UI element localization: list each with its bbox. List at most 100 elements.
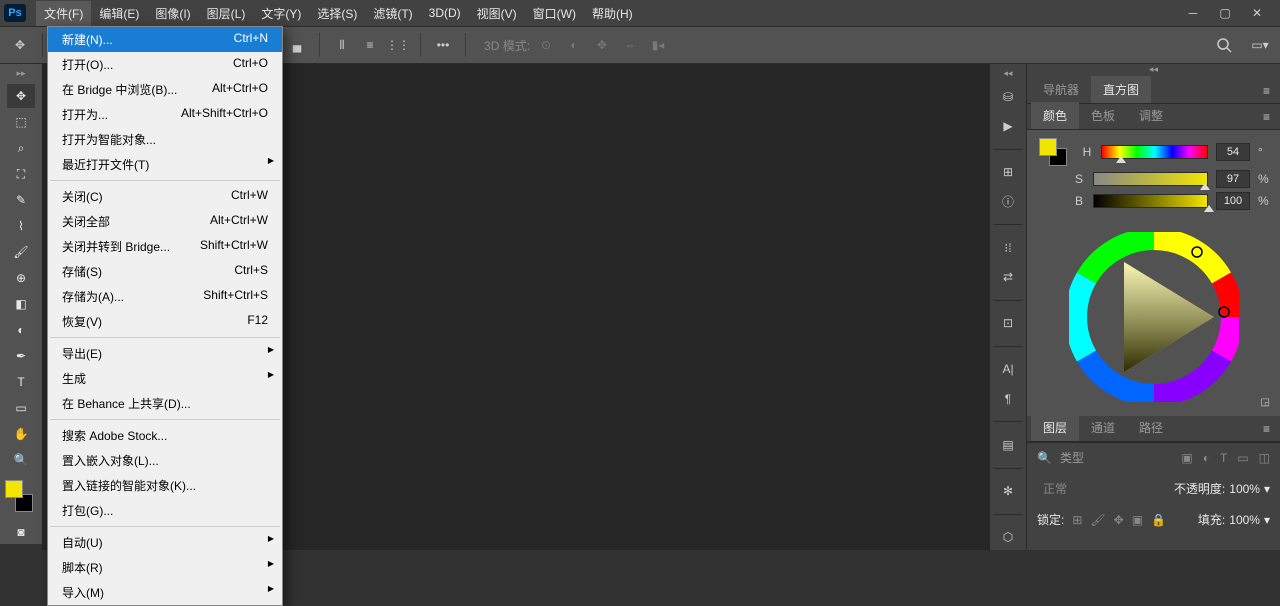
menu-generate[interactable]: 生成 xyxy=(48,366,282,391)
distribute-v-icon[interactable]: ≡ xyxy=(358,33,382,57)
close-button[interactable]: ✕ xyxy=(1250,6,1264,20)
search-icon[interactable] xyxy=(1212,33,1236,57)
eyedropper-tool[interactable]: ✎ xyxy=(7,188,35,212)
lock-paint-icon[interactable]: 🖌 xyxy=(1090,513,1105,527)
menu-automate[interactable]: 自动(U) xyxy=(48,530,282,555)
crop-tool[interactable]: ⛶ xyxy=(7,162,35,186)
tab-channels[interactable]: 通道 xyxy=(1079,414,1127,441)
clone-stamp-tool[interactable]: ⊕ xyxy=(7,266,35,290)
menu-open[interactable]: 打开(O)...Ctrl+O xyxy=(48,52,282,77)
hand-tool[interactable]: ✋ xyxy=(7,422,35,446)
menu-save-as[interactable]: 存储为(A)...Shift+Ctrl+S xyxy=(48,284,282,309)
filter-type-icon[interactable]: T xyxy=(1220,451,1227,465)
menu-filter[interactable]: 滤镜(T) xyxy=(365,1,420,26)
color-panel-menu-icon[interactable]: ≡ xyxy=(1253,105,1280,129)
quick-mask-tool[interactable]: ◙ xyxy=(7,520,35,544)
opacity-value[interactable]: 100% xyxy=(1229,482,1260,496)
lock-all-icon[interactable]: 🔒 xyxy=(1151,513,1166,527)
glyphs-panel-icon[interactable]: ¶ xyxy=(992,386,1024,411)
layer-filter-dropdown[interactable]: 类型 xyxy=(1060,449,1136,466)
tab-layers[interactable]: 图层 xyxy=(1031,414,1079,441)
menu-3d[interactable]: 3D(D) xyxy=(421,2,469,24)
tab-navigator[interactable]: 导航器 xyxy=(1031,76,1091,103)
menu-type[interactable]: 文字(Y) xyxy=(253,1,309,26)
tab-swatches[interactable]: 色板 xyxy=(1079,102,1127,129)
tab-paths[interactable]: 路径 xyxy=(1127,414,1175,441)
menu-close-bridge[interactable]: 关闭并转到 Bridge...Shift+Ctrl+W xyxy=(48,234,282,259)
menu-share-behance[interactable]: 在 Behance 上共享(D)... xyxy=(48,391,282,416)
menu-layer[interactable]: 图层(L) xyxy=(199,1,254,26)
hue-value[interactable]: 54 xyxy=(1216,143,1250,161)
info-panel-icon[interactable]: ⓘ xyxy=(992,189,1024,214)
color-swatches[interactable] xyxy=(5,480,37,512)
saturation-slider[interactable] xyxy=(1093,172,1208,186)
menu-place-linked[interactable]: 置入链接的智能对象(K)... xyxy=(48,473,282,498)
lasso-tool[interactable]: ⌕ xyxy=(7,136,35,160)
brush-presets-icon[interactable]: ⇄ xyxy=(992,264,1024,289)
menu-import[interactable]: 导入(M) xyxy=(48,580,282,605)
move-tool[interactable]: ✥ xyxy=(7,84,35,108)
libraries-panel-icon[interactable]: ▤ xyxy=(992,432,1024,457)
more-options-icon[interactable]: ••• xyxy=(431,33,455,57)
menu-package[interactable]: 打包(G)... xyxy=(48,498,282,523)
3d-camera-icon[interactable]: ▮◂ xyxy=(646,33,670,57)
gradient-tool[interactable]: ◐ xyxy=(7,318,35,342)
hue-slider[interactable] xyxy=(1101,145,1208,159)
fill-value[interactable]: 100% xyxy=(1229,513,1260,527)
3d-roll-icon[interactable]: ◐ xyxy=(562,33,586,57)
brush-tool[interactable]: 🖌 xyxy=(7,240,35,264)
3d-orbit-icon[interactable]: ⊙ xyxy=(534,33,558,57)
menu-file[interactable]: 文件(F) xyxy=(36,1,91,26)
toolbox-collapse-icon[interactable]: ▸▸ xyxy=(0,68,42,82)
adjustments-panel-icon[interactable]: ✻ xyxy=(992,478,1024,503)
properties-panel-icon[interactable]: ⊞ xyxy=(992,159,1024,184)
menu-new[interactable]: 新建(N)...Ctrl+N xyxy=(48,27,282,52)
distribute-spacing-icon[interactable]: ⋮⋮ xyxy=(386,33,410,57)
opacity-dropdown-icon[interactable]: ▾ xyxy=(1264,482,1270,496)
layer-search-icon[interactable]: 🔍 xyxy=(1037,451,1052,465)
menu-open-smart-object[interactable]: 打开为智能对象... xyxy=(48,127,282,152)
minimize-button[interactable]: ─ xyxy=(1186,6,1200,20)
lock-artboard-icon[interactable]: ▣ xyxy=(1132,513,1143,527)
dock-expand-icon[interactable]: ◂◂ xyxy=(990,68,1026,80)
marquee-tool[interactable]: ⬚ xyxy=(7,110,35,134)
healing-brush-tool[interactable]: ⌇ xyxy=(7,214,35,238)
color-panel-swatch[interactable] xyxy=(1039,138,1067,166)
menu-recent-files[interactable]: 最近打开文件(T) xyxy=(48,152,282,177)
history-panel-icon[interactable]: ⛁ xyxy=(992,84,1024,109)
menu-save[interactable]: 存储(S)Ctrl+S xyxy=(48,259,282,284)
lock-position-icon[interactable]: ✥ xyxy=(1114,513,1124,527)
filter-pixel-icon[interactable]: ▣ xyxy=(1181,451,1192,465)
lock-transparency-icon[interactable]: ⊞ xyxy=(1072,513,1082,527)
menu-window[interactable]: 窗口(W) xyxy=(525,1,584,26)
menu-edit[interactable]: 编辑(E) xyxy=(91,1,147,26)
eraser-tool[interactable]: ◧ xyxy=(7,292,35,316)
filter-shape-icon[interactable]: ▭ xyxy=(1237,451,1248,465)
filter-smart-icon[interactable]: ◫ xyxy=(1259,451,1270,465)
expand-color-icon[interactable]: ◲ xyxy=(1261,397,1270,408)
color-wheel[interactable]: ◲ xyxy=(1027,222,1280,416)
fill-dropdown-icon[interactable]: ▾ xyxy=(1264,513,1270,527)
menu-search-stock[interactable]: 搜索 Adobe Stock... xyxy=(48,423,282,448)
tab-histogram[interactable]: 直方图 xyxy=(1091,76,1151,103)
3d-slide-icon[interactable]: ⇔ xyxy=(618,33,642,57)
3d-panel-icon[interactable]: ⬡ xyxy=(992,525,1024,550)
tab-color[interactable]: 颜色 xyxy=(1031,102,1079,129)
actions-panel-icon[interactable]: ▶ xyxy=(992,113,1024,138)
align-bottom-icon[interactable]: ▄ xyxy=(285,33,309,57)
type-tool[interactable]: T xyxy=(7,370,35,394)
menu-open-as[interactable]: 打开为...Alt+Shift+Ctrl+O xyxy=(48,102,282,127)
menu-help[interactable]: 帮助(H) xyxy=(584,1,641,26)
3d-pan-icon[interactable]: ✥ xyxy=(590,33,614,57)
brightness-slider[interactable] xyxy=(1093,194,1208,208)
pen-tool[interactable]: ✒ xyxy=(7,344,35,368)
character-panel-icon[interactable]: ⊡ xyxy=(992,311,1024,336)
menu-revert[interactable]: 恢复(V)F12 xyxy=(48,309,282,334)
workspace-switcher-icon[interactable]: ▭▾ xyxy=(1248,33,1272,57)
brightness-value[interactable]: 100 xyxy=(1216,192,1250,210)
menu-place-embedded[interactable]: 置入嵌入对象(L)... xyxy=(48,448,282,473)
paragraph-panel-icon[interactable]: A| xyxy=(992,357,1024,382)
foreground-color[interactable] xyxy=(5,480,23,498)
nav-panel-menu-icon[interactable]: ≡ xyxy=(1253,79,1280,103)
filter-adjustment-icon[interactable]: ◐ xyxy=(1203,451,1210,465)
